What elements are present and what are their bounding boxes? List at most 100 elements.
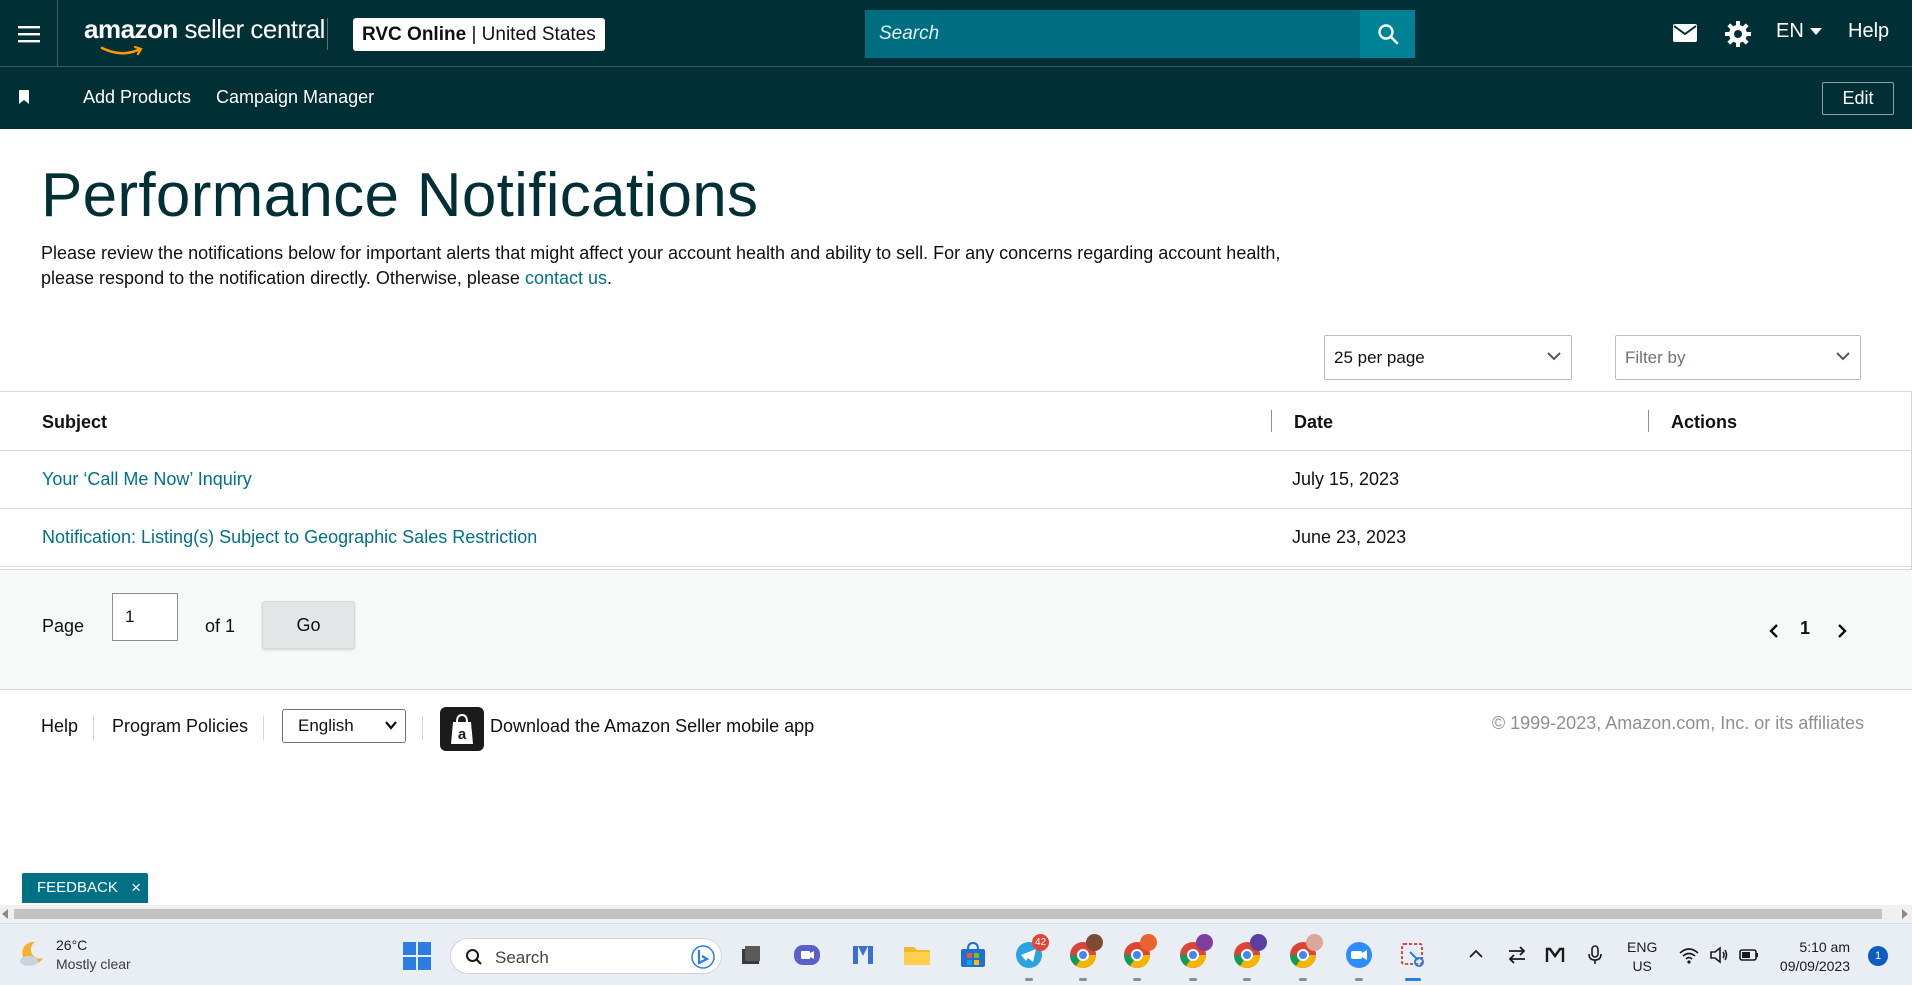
- bookmark-icon[interactable]: [17, 89, 31, 110]
- running-indicator: [1079, 978, 1087, 981]
- windows-taskbar: 26°C Mostly clear Search 42 ENG US 5:10 …: [0, 923, 1912, 985]
- chrome-icon[interactable]: [1288, 934, 1323, 970]
- chevron-down-icon: [1547, 352, 1561, 361]
- go-button[interactable]: Go: [262, 601, 355, 649]
- edit-button[interactable]: Edit: [1822, 82, 1894, 115]
- telegram-icon[interactable]: 42: [1014, 934, 1049, 970]
- wifi-icon[interactable]: [1678, 944, 1708, 974]
- contact-us-link[interactable]: contact us: [525, 268, 607, 288]
- amazon-seller-app-icon[interactable]: a: [440, 707, 484, 751]
- notification-date: July 15, 2023: [1292, 469, 1400, 489]
- secondary-navigation-bar: Add Products Campaign Manager Edit: [0, 67, 1912, 129]
- running-indicator: [1133, 978, 1141, 981]
- amazon-smile-icon: [100, 46, 143, 56]
- running-indicator: [1299, 978, 1307, 981]
- gear-icon[interactable]: [1724, 20, 1752, 53]
- search-input[interactable]: [865, 10, 1360, 58]
- language-label: EN: [1776, 20, 1804, 42]
- input-language-indicator[interactable]: ENG US: [1627, 938, 1657, 976]
- input-region: US: [1632, 958, 1652, 974]
- bing-icon: [691, 945, 715, 969]
- table-row: Notification: Listing(s) Subject to Geog…: [0, 509, 1912, 567]
- scroll-left-icon[interactable]: [2, 909, 8, 919]
- column-header-subject[interactable]: Subject: [42, 412, 107, 433]
- download-app-link[interactable]: Download the Amazon Seller mobile app: [490, 716, 814, 737]
- amazon-seller-central-logo[interactable]: amazon seller central: [84, 14, 325, 56]
- footer-divider: [93, 716, 94, 740]
- chevron-left-icon[interactable]: [1768, 623, 1780, 644]
- running-indicator: [1243, 978, 1251, 981]
- running-indicator: [1025, 978, 1033, 981]
- chevron-up-icon[interactable]: [1466, 944, 1496, 974]
- page-label: Page: [42, 616, 85, 636]
- app-m-tray-icon[interactable]: [1544, 944, 1574, 974]
- search-button[interactable]: [1360, 10, 1415, 58]
- pagination-bar: Page of 1 Go 1: [0, 569, 1912, 690]
- file-explorer-icon[interactable]: [736, 940, 766, 970]
- snipping-tool-icon[interactable]: [1398, 940, 1428, 970]
- taskbar-search[interactable]: Search: [450, 938, 722, 974]
- store-icon[interactable]: [958, 940, 988, 970]
- feedback-tab[interactable]: FEEDBACK ×: [22, 873, 148, 903]
- language-selector[interactable]: EN: [1776, 20, 1822, 43]
- chrome-icon[interactable]: [1178, 934, 1213, 970]
- current-page-number[interactable]: 1: [1800, 618, 1810, 639]
- hamburger-menu-icon[interactable]: [0, 0, 58, 67]
- close-icon[interactable]: ×: [131, 873, 141, 903]
- notification-subject-link[interactable]: Notification: Listing(s) Subject to Geog…: [42, 527, 537, 548]
- header-search: [865, 10, 1415, 58]
- scrollbar-thumb[interactable]: [14, 909, 1882, 919]
- filter-by-select[interactable]: Filter by: [1615, 335, 1861, 380]
- system-clock[interactable]: 5:10 am 09/09/2023: [1760, 938, 1850, 976]
- notification-count-badge[interactable]: 1: [1868, 946, 1888, 966]
- running-indicator: [1355, 978, 1363, 981]
- top-navigation-bar: amazon seller central RVC Online | Unite…: [0, 0, 1912, 67]
- footer-language-value: English: [298, 716, 354, 735]
- intro-text: Please review the notifications below fo…: [41, 241, 1281, 291]
- account-switcher[interactable]: RVC Online | United States: [353, 18, 605, 51]
- program-policies-link[interactable]: Program Policies: [112, 716, 248, 737]
- folder-icon[interactable]: [902, 940, 932, 970]
- chrome-icon[interactable]: [1122, 934, 1157, 970]
- profile-badge: [1140, 934, 1157, 951]
- profile-badge: [1306, 934, 1323, 951]
- per-page-select[interactable]: 25 per page: [1324, 335, 1572, 380]
- notification-date: June 23, 2023: [1292, 527, 1407, 547]
- footer-divider: [263, 716, 264, 740]
- scroll-right-icon[interactable]: [1902, 909, 1908, 919]
- column-header-date[interactable]: Date: [1294, 412, 1333, 433]
- mail-icon[interactable]: [1672, 20, 1698, 51]
- weather-moon-icon[interactable]: [17, 938, 47, 973]
- nav-add-products[interactable]: Add Products: [83, 87, 191, 108]
- weather-temperature: 26°C: [56, 937, 88, 953]
- chrome-icon[interactable]: [1068, 934, 1103, 970]
- app-m-icon[interactable]: [848, 940, 878, 970]
- copyright-text: © 1999-2023, Amazon.com, Inc. or its aff…: [1491, 713, 1864, 733]
- per-page-value: 25 per page: [1334, 348, 1425, 367]
- video-meet-icon[interactable]: [792, 940, 822, 970]
- header-help-link[interactable]: Help: [1848, 20, 1889, 43]
- volume-icon[interactable]: [1708, 944, 1738, 974]
- page-title: Performance Notifications: [41, 161, 759, 230]
- table-row: Your ‘Call Me Now’ Inquiry July 15, 2023: [0, 451, 1912, 509]
- header-divider: [327, 18, 328, 50]
- notification-subject-link[interactable]: Your ‘Call Me Now’ Inquiry: [42, 469, 252, 490]
- horizontal-scrollbar[interactable]: [0, 905, 1912, 923]
- column-divider: [1271, 410, 1272, 432]
- chrome-icon[interactable]: [1232, 934, 1267, 970]
- footer-help-link[interactable]: Help: [41, 716, 78, 737]
- page-number-input[interactable]: [112, 593, 178, 641]
- nav-campaign-manager[interactable]: Campaign Manager: [216, 87, 374, 108]
- intro-period: .: [606, 268, 612, 288]
- profile-badge: [1086, 934, 1103, 951]
- windows-start-icon[interactable]: [403, 942, 431, 975]
- footer-language-select[interactable]: English: [282, 709, 406, 743]
- profile-badge: [1196, 934, 1213, 951]
- zoom-icon[interactable]: [1344, 940, 1374, 970]
- chevron-right-icon[interactable]: [1836, 623, 1848, 644]
- microphone-icon[interactable]: [1584, 944, 1614, 974]
- active-indicator: [1405, 978, 1421, 981]
- profile-badge: [1250, 934, 1267, 951]
- column-divider: [1648, 410, 1649, 432]
- transfer-icon[interactable]: [1506, 944, 1536, 974]
